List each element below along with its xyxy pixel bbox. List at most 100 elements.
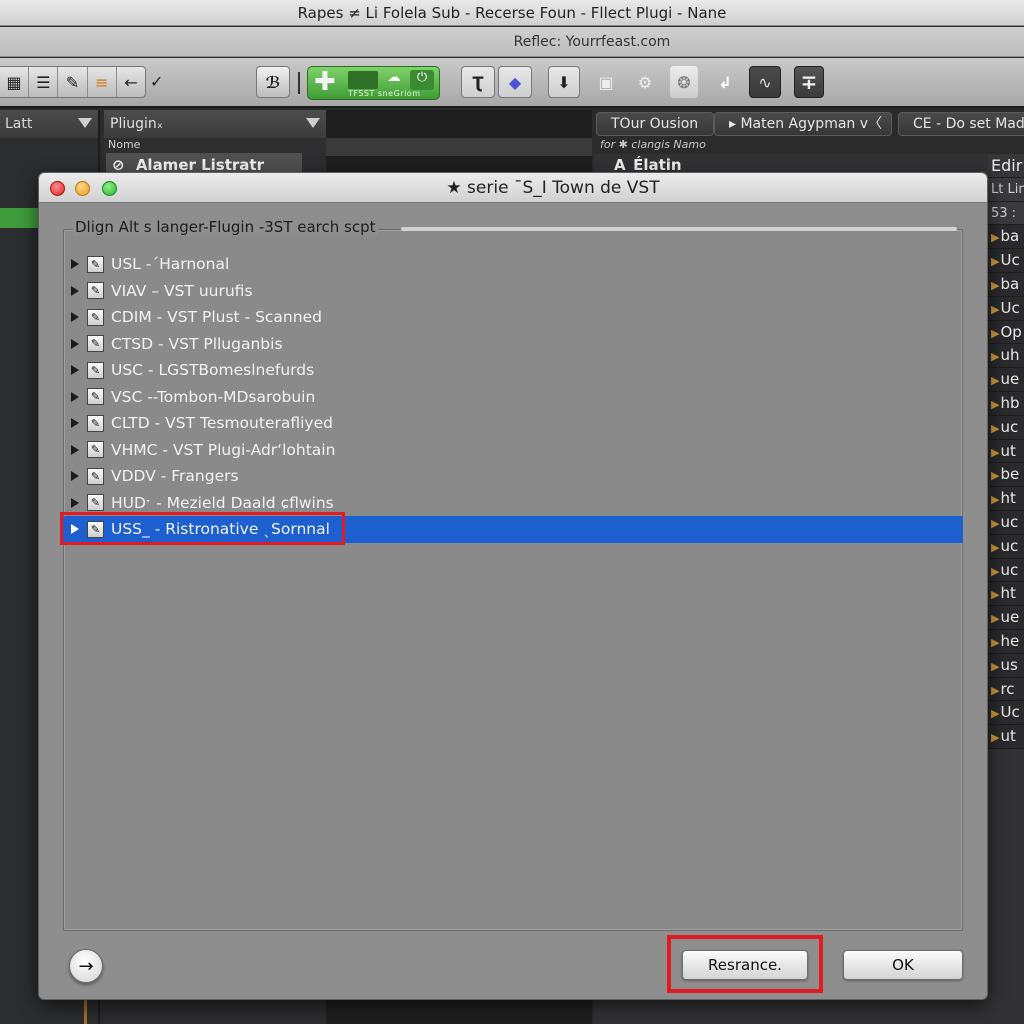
plugin-label: CDIM - VST Plust - Scanned	[111, 308, 322, 327]
folder-icon: ▶	[991, 731, 1000, 745]
edit-column-item[interactable]: ▶ht	[988, 582, 1024, 607]
edit-column-item-label: hb	[1000, 393, 1020, 412]
plugin-row[interactable]: ✎ VSC --Tombon-MDsarobuin	[63, 384, 963, 411]
edit-column-item[interactable]: ▶uc	[988, 510, 1024, 535]
edit-column-item[interactable]: ▶ba	[988, 272, 1024, 297]
tab-maten-agypman[interactable]: ▸ Maten Agypman v〈	[714, 112, 892, 136]
edit-column-item-label: ue	[1000, 608, 1020, 627]
plugin-row[interactable]: ✎ VDDV - Frangers	[63, 463, 963, 490]
plugin-panel-header[interactable]: Pliuginₓ	[104, 110, 326, 138]
edit-column-item[interactable]: ▶Uc	[988, 249, 1024, 273]
disclosure-triangle-icon[interactable]	[71, 444, 79, 455]
edit-column-item[interactable]: ▶ht	[988, 487, 1024, 511]
settings-icon[interactable]: ⚙	[630, 66, 660, 98]
plugin-label: VIAV – VST uurufis	[111, 281, 253, 300]
disclosure-triangle-icon[interactable]	[71, 391, 79, 402]
checkmark-dropdown-icon[interactable]: ✓	[150, 72, 163, 91]
plugin-icon: ✎	[87, 467, 104, 485]
edit-column-item[interactable]: ▶ue	[988, 368, 1024, 392]
plugin-row[interactable]: ✎ CLTD - VST Tesmouterafliyed	[63, 410, 963, 437]
folder-icon: ▶	[991, 231, 1000, 245]
wave-icon[interactable]: ∿	[749, 66, 781, 98]
edit-column-item-label: Uc	[1000, 298, 1020, 317]
back-arrow-icon[interactable]: ←	[117, 67, 145, 97]
edit-column-item-label: ht	[1000, 584, 1016, 603]
add-plugin-icon[interactable]: ✚	[314, 69, 336, 95]
zoom-button[interactable]	[102, 181, 117, 196]
edit-column-item[interactable]: ▶he	[988, 629, 1024, 654]
tab-do-set[interactable]: CE - Do set Mad	[898, 112, 1024, 136]
list-icon[interactable]: ☰	[29, 67, 59, 97]
folder-icon: ▶	[991, 374, 1000, 388]
edit-column-item[interactable]: ▶ue	[988, 606, 1024, 630]
disclosure-triangle-icon[interactable]	[71, 497, 79, 508]
tool-t-icon[interactable]: Ʈ	[461, 66, 495, 98]
edit-column-item[interactable]: ▶rc	[988, 677, 1024, 702]
plugin-row[interactable]: ✎ VHMC - VST Plugi-Adr‘lohtain	[63, 437, 963, 464]
edit-column-item-label: ht	[1000, 489, 1016, 508]
plugin-icon: ✎	[87, 414, 104, 432]
disclosure-triangle-icon[interactable]	[71, 418, 79, 429]
folder-icon: ▶	[991, 612, 1000, 626]
plugin-row[interactable]: ✎ CDIM - VST Plust - Scanned	[63, 304, 963, 331]
edit-column-item[interactable]: ▶Uc	[988, 296, 1024, 321]
folder-icon: ▶	[991, 326, 1000, 340]
edit-column-item[interactable]: ▶Uc	[988, 701, 1024, 726]
edit-column-item[interactable]: ▶uc	[988, 415, 1024, 440]
disclosure-triangle-icon[interactable]	[71, 471, 79, 482]
folder-icon: ▶	[991, 516, 1000, 530]
edit-column-item[interactable]: ▶hb	[988, 391, 1024, 416]
disclosure-triangle-icon[interactable]	[71, 312, 79, 323]
grid-icon[interactable]: ▦	[0, 67, 30, 97]
cloud-icon[interactable]: ☁	[382, 70, 406, 90]
edit-column-item[interactable]: ▶be	[988, 463, 1024, 488]
plugin-row[interactable]: ✎ USC - LGSTBomeslnefurds	[63, 357, 963, 384]
disclosure-triangle-icon[interactable]	[71, 259, 79, 270]
rescan-button[interactable]: Resrance.	[682, 950, 808, 980]
edit-column-item[interactable]: ▶uc	[988, 558, 1024, 583]
pencil-icon[interactable]: ✎	[58, 67, 88, 97]
share-icon[interactable]: ↲	[710, 66, 740, 98]
plugin-row[interactable]: ✎ CTSD - VST Plluganbis	[63, 331, 963, 358]
ok-button[interactable]: OK	[843, 950, 963, 980]
download-icon[interactable]: ⬇	[548, 66, 580, 98]
disclosure-triangle-icon[interactable]	[71, 338, 79, 349]
gem-icon[interactable]: ◆	[498, 66, 532, 98]
disclosure-triangle-icon[interactable]	[71, 365, 79, 376]
edit-column-item-label: Uc	[1000, 703, 1020, 722]
left-panel-header[interactable]: Latt	[0, 110, 100, 138]
arrow-right-button[interactable]: →	[69, 949, 103, 983]
edit-column-item[interactable]: ▶uc	[988, 534, 1024, 559]
edit-column-item[interactable]: ▶ut	[988, 439, 1024, 464]
edit-column-item[interactable]: ▶ut	[988, 725, 1024, 749]
plugin-label: VHMC - VST Plugi-Adr‘lohtain	[111, 440, 336, 459]
minimize-button[interactable]	[75, 181, 90, 196]
folder-icon: ▶	[991, 683, 1000, 697]
disclosure-triangle-icon[interactable]	[71, 285, 79, 296]
split-icon[interactable]: ∓	[794, 66, 824, 98]
folder-icon[interactable]: ▣	[592, 66, 620, 98]
plugin-icon: ✎	[87, 255, 104, 273]
scan-progress-line	[401, 227, 957, 231]
chevron-down-icon[interactable]	[78, 118, 92, 128]
mixer-icon[interactable]: ≡	[88, 67, 117, 97]
chevron-down-icon[interactable]	[306, 118, 320, 128]
edit-column-item[interactable]: ▶uh	[988, 344, 1024, 369]
plugin-row[interactable]: ✎ USL -ˊHarnonal	[63, 251, 963, 278]
transport-panel[interactable]: ✚ ☁ ⏻ TFSST sneGriom	[307, 66, 440, 100]
close-button[interactable]	[50, 181, 65, 196]
edit-column-item-label: us	[1000, 655, 1018, 674]
dialog-title-bar[interactable]: ★ serie ˉS_I Town de VST	[39, 173, 987, 203]
power-icon[interactable]: ⏻	[410, 70, 434, 90]
plugin-row-selected[interactable]: ✎ USS_ - Ristronative ˎSornnal	[60, 512, 963, 545]
edit-column-item[interactable]: ▶Op	[988, 320, 1024, 345]
folder-icon: ▶	[991, 564, 1000, 578]
tab-tour-ousion[interactable]: TOur Ousion	[596, 112, 714, 136]
script-icon[interactable]: ℬ	[256, 66, 290, 98]
puzzle-icon[interactable]: ❂	[670, 66, 698, 98]
edit-column-item[interactable]: ▶us	[988, 653, 1024, 678]
edit-column-item[interactable]: ▶ba	[988, 225, 1024, 250]
edit-column-item-label: ut	[1000, 727, 1016, 746]
plugin-row[interactable]: ✎ VIAV – VST uurufis	[63, 278, 963, 305]
right-panel-subheader: for ✱ clangis Namo	[594, 138, 1024, 154]
